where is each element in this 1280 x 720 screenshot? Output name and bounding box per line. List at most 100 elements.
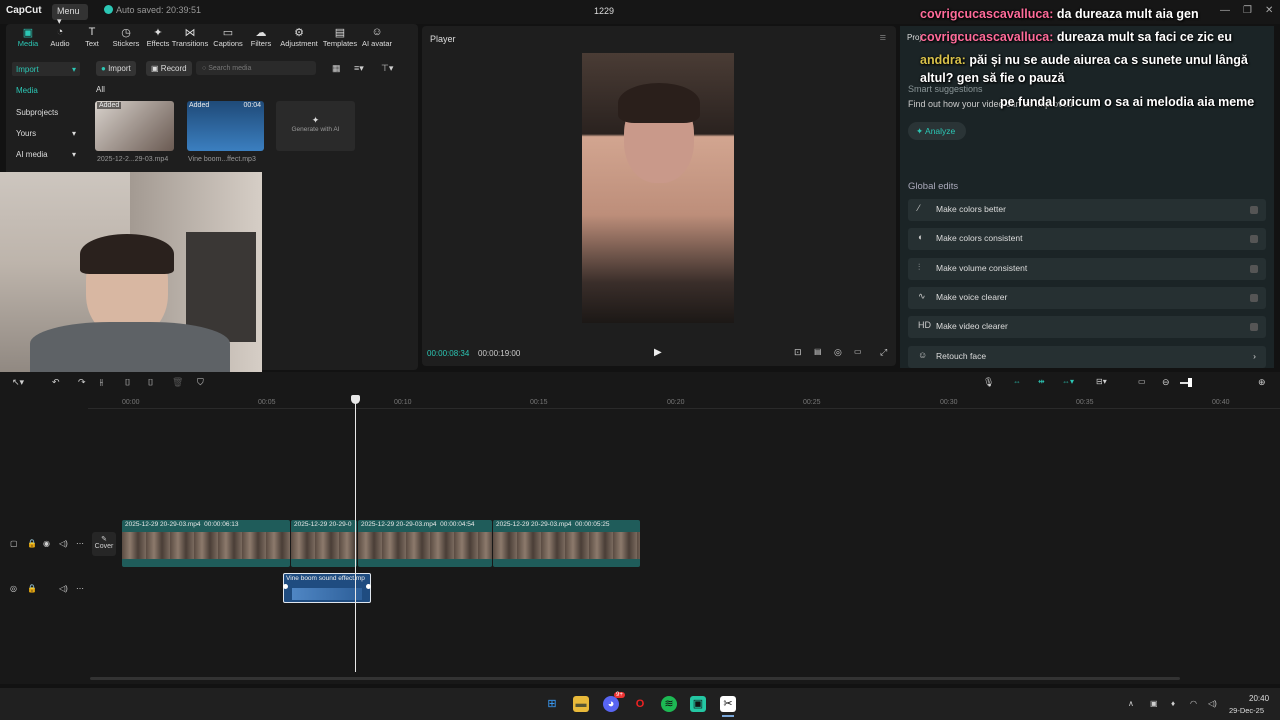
video-clip[interactable]: 2025-12-29 20-29-03.mp4 00:00:04:54	[358, 520, 492, 567]
more-icon[interactable]: ⋯	[76, 584, 84, 593]
linkage-icon[interactable]: ⇔▾	[1062, 377, 1074, 386]
grid-view-icon[interactable]: ▦	[332, 63, 341, 74]
toggle-box[interactable]	[1250, 294, 1258, 302]
snap-icon[interactable]: ⇹	[1038, 377, 1045, 386]
edit-make-volume-consistent[interactable]: ⫶ Make volume consistent	[908, 258, 1266, 280]
snapshot-icon[interactable]: ◎	[834, 347, 842, 358]
more-icon[interactable]: ⋯	[76, 539, 84, 548]
toggle-box[interactable]	[1250, 235, 1258, 243]
volume-icon[interactable]: ◁)	[59, 584, 68, 593]
clock-date[interactable]: 29-Dec-25	[1229, 706, 1264, 715]
edit-make-video-clearer[interactable]: HD Make video clearer	[908, 316, 1266, 338]
close-icon[interactable]: ✕	[1265, 5, 1273, 16]
video-clip[interactable]: 2025-12-29 20-29-03.mp4 00:00:05:25	[493, 520, 640, 567]
sort-icon[interactable]: ≡▾	[354, 63, 364, 74]
playhead[interactable]	[355, 400, 356, 672]
sidenav-media[interactable]: Media	[12, 83, 80, 97]
link-icon[interactable]: ⇔	[1013, 377, 1021, 386]
player-menu-icon[interactable]: ≡	[880, 32, 886, 44]
chat-message: pe fundal oricum o sa ai melodia aia mem…	[1000, 95, 1254, 109]
tray-chevron-icon[interactable]: ∧	[1128, 699, 1134, 708]
opera-icon[interactable]: O	[632, 696, 648, 712]
zoom-handle[interactable]	[1188, 378, 1192, 387]
volume-icon[interactable]: ◁)	[59, 539, 68, 548]
file-explorer-icon[interactable]: ▬	[573, 696, 589, 712]
analyze-button[interactable]: ✦ Analyze	[908, 122, 966, 140]
ratio-icon[interactable]: ▭	[854, 347, 862, 356]
zoom-in-icon[interactable]: ⊕	[1258, 377, 1266, 388]
crop-icon[interactable]: ⊡	[794, 347, 802, 358]
toggle-box[interactable]	[1250, 323, 1258, 331]
filter-icon[interactable]: ⊤▾	[381, 63, 393, 74]
toggle-box[interactable]	[1250, 206, 1258, 214]
zoom-out-icon[interactable]: ⊖	[1162, 377, 1170, 388]
tab-templates[interactable]: ▤ Templates	[320, 26, 360, 48]
media-item-audio[interactable]: Added 00:04	[187, 101, 264, 151]
minimize-icon[interactable]: —	[1220, 5, 1230, 16]
select-tool-icon[interactable]: ↖▾	[12, 377, 24, 388]
sidenav-ai-media[interactable]: AI media ▾	[12, 147, 80, 161]
audio-clip[interactable]: Vine boom sound effect.mp	[283, 573, 371, 603]
search-input[interactable]: ○ Search media	[196, 61, 316, 75]
preview-hair	[618, 83, 700, 123]
media-item-video[interactable]: Added	[95, 101, 174, 151]
fade-in-handle[interactable]	[283, 584, 288, 589]
split-icon[interactable]: ⫲	[100, 377, 103, 388]
filter-all[interactable]: All	[96, 85, 105, 94]
discord-icon[interactable]: ◕	[603, 696, 619, 712]
clock-time[interactable]: 20:40	[1249, 694, 1269, 703]
time-tick: 00:10	[394, 399, 412, 406]
caption-track-icon[interactable]: ▭	[1138, 377, 1146, 386]
windows-start-icon[interactable]: ⊞	[544, 696, 560, 712]
marker-icon[interactable]: ⛉	[197, 377, 204, 388]
toggle-box[interactable]	[1250, 265, 1258, 273]
delete-icon[interactable]: 🗑	[172, 377, 183, 388]
lock-icon[interactable]: 🔒	[27, 584, 37, 593]
fade-out-handle[interactable]	[366, 584, 371, 589]
import-button[interactable]: ● Import	[96, 61, 136, 76]
microphone-icon[interactable]: 🎙	[983, 377, 994, 388]
tab-adjustment[interactable]: ⚙ Adjustment	[279, 26, 319, 48]
sidenav-subprojects[interactable]: Subprojects	[12, 105, 80, 119]
wifi-icon[interactable]: ◠	[1190, 699, 1197, 708]
video-clip[interactable]: 2025-12-29 20-29-0	[291, 520, 357, 567]
menu-button[interactable]: Menu ▾	[52, 4, 88, 26]
redo-icon[interactable]: ↷	[78, 377, 86, 388]
quality-icon[interactable]: ▤	[814, 347, 822, 356]
mic-tray-icon[interactable]: ♦	[1171, 699, 1175, 708]
undo-icon[interactable]: ↶	[52, 377, 60, 388]
project-name[interactable]: 1229	[594, 6, 614, 16]
trim-left-icon[interactable]: ⌷	[125, 377, 130, 388]
preview-axis-icon[interactable]: ⊟▾	[1096, 377, 1107, 386]
timeline-scrollbar[interactable]	[90, 677, 1180, 680]
edit-make-colors-consistent[interactable]: ◐ Make colors consistent	[908, 228, 1266, 250]
edit-make-colors-better[interactable]: ⁄ Make colors better	[908, 199, 1266, 221]
edit-retouch-face[interactable]: ☺ Retouch face ›	[908, 346, 1266, 368]
clip-name: 2025-12-29 20-29-03.mp4	[125, 521, 201, 528]
play-icon[interactable]: ▶	[654, 347, 662, 358]
video-clip[interactable]: 2025-12-29 20-29-03.mp4 00:00:06:13	[122, 520, 290, 567]
app-icon[interactable]: ▣	[690, 696, 706, 712]
tab-transitions[interactable]: ⋈ Transitions	[170, 26, 210, 48]
chevron-right-icon: ›	[1253, 351, 1256, 361]
eye-icon[interactable]: ◉	[43, 539, 50, 548]
tray-app-icon[interactable]: ▣	[1150, 699, 1158, 708]
trim-right-icon[interactable]: ⌷	[148, 377, 153, 388]
capcut-icon[interactable]: ✂	[720, 696, 736, 712]
record-button[interactable]: ▣ Record	[146, 61, 192, 76]
maximize-icon[interactable]: ❐	[1243, 5, 1252, 16]
playhead-handle[interactable]	[351, 395, 360, 404]
cover-button[interactable]: ✎ Cover	[92, 532, 116, 556]
tab-ai-avatar[interactable]: ☺ AI avatar	[357, 26, 397, 48]
fullscreen-icon[interactable]: ⤢	[880, 347, 887, 358]
speaker-icon[interactable]: ◁)	[1208, 699, 1217, 708]
tab-filters[interactable]: ☁ Filters	[241, 26, 281, 48]
spotify-icon[interactable]: ≋	[661, 696, 677, 712]
chat-text: dureaza mult sa faci ce zic eu	[1053, 30, 1232, 44]
generate-ai-button[interactable]: ✦ Generate with AI	[276, 101, 355, 151]
sidenav-import[interactable]: Import ▾	[12, 62, 80, 76]
lock-icon[interactable]: 🔒	[27, 539, 37, 548]
edit-make-voice-clearer[interactable]: ∿ Make voice clearer	[908, 287, 1266, 309]
video-preview[interactable]	[582, 53, 734, 323]
sidenav-yours[interactable]: Yours ▾	[12, 126, 80, 140]
